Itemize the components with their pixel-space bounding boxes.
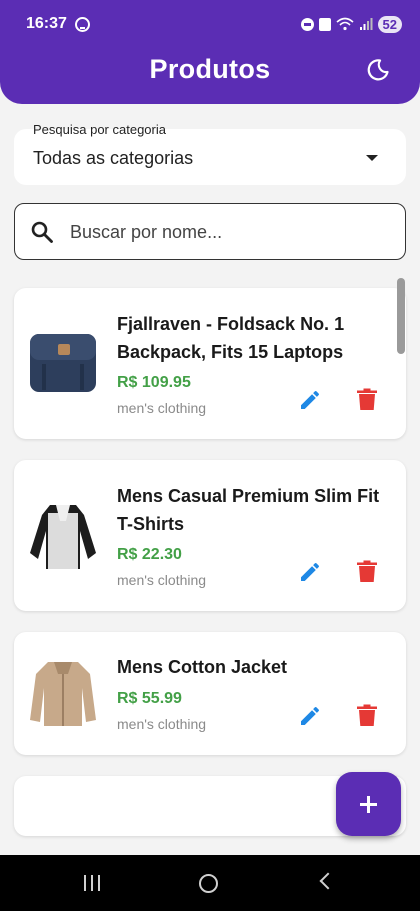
notification-icon: [318, 17, 331, 31]
edit-icon[interactable]: [298, 704, 322, 728]
product-price: R$ 55.99: [117, 690, 182, 707]
product-price: R$ 22.30: [117, 546, 182, 563]
product-category: men's clothing: [117, 716, 207, 732]
recent-apps-icon[interactable]: [84, 875, 100, 891]
back-icon[interactable]: [319, 872, 337, 890]
system-nav-bar: [0, 855, 420, 911]
delete-icon[interactable]: [356, 388, 378, 412]
product-category: men's clothing: [117, 572, 207, 588]
status-bar: 16:37 52: [26, 12, 402, 36]
product-image: [30, 334, 96, 392]
product-card[interactable]: Mens Cotton Jacket R$ 55.99 men's clothi…: [14, 632, 406, 755]
category-dropdown[interactable]: Pesquisa por categoria Todas as categori…: [14, 122, 406, 185]
product-name: Mens Casual Premium Slim Fit T-Shirts: [117, 486, 380, 534]
wifi-icon: [336, 17, 354, 31]
scrollbar[interactable]: [397, 278, 405, 354]
edit-icon[interactable]: [298, 388, 322, 412]
edit-icon[interactable]: [298, 560, 322, 584]
signal-icon: [359, 18, 373, 30]
download-icon: [74, 16, 90, 32]
search-input[interactable]: [70, 218, 390, 246]
product-image: [30, 662, 96, 726]
battery-indicator: 52: [377, 15, 402, 33]
page-title: Produtos: [149, 54, 271, 84]
search-icon: [31, 221, 53, 243]
add-product-button[interactable]: [336, 772, 401, 836]
product-name: Fjallraven - Foldsack No. 1 Backpack, Fi…: [117, 314, 345, 362]
search-box: [14, 203, 406, 260]
category-value: Todas as categorias: [33, 148, 194, 168]
app-bar: 16:37 52 Produtos: [0, 0, 420, 104]
dropdown-arrow-icon: [366, 155, 378, 161]
category-label: Pesquisa por categoria: [33, 122, 166, 137]
product-card[interactable]: Mens Casual Premium Slim Fit T-Shirts R$…: [14, 460, 406, 611]
dnd-icon: [300, 17, 314, 31]
home-icon[interactable]: [199, 874, 218, 893]
product-price: R$ 109.95: [117, 374, 191, 391]
product-category: men's clothing: [117, 400, 207, 416]
product-image: [30, 505, 96, 569]
moon-icon[interactable]: [366, 58, 390, 82]
product-name: Mens Cotton Jacket: [117, 657, 288, 677]
delete-icon[interactable]: [356, 704, 378, 728]
product-card[interactable]: Fjallraven - Foldsack No. 1 Backpack, Fi…: [14, 288, 406, 439]
status-time: 16:37: [26, 15, 67, 32]
delete-icon[interactable]: [356, 560, 378, 584]
